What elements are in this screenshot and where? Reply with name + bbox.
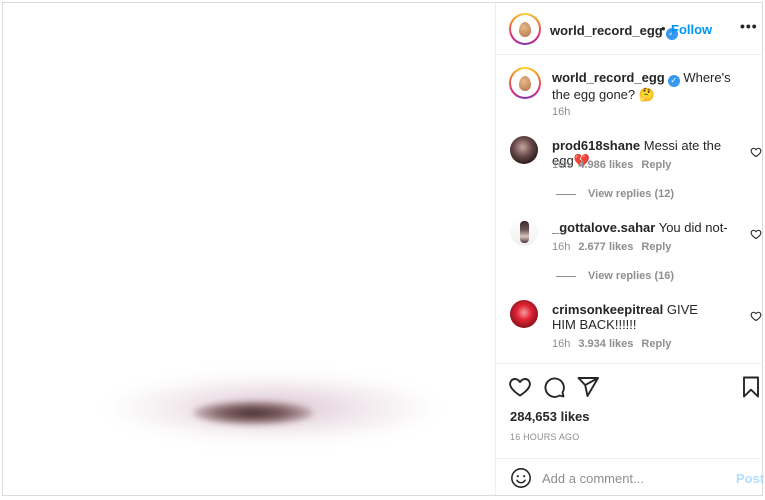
post-actions: 284,653 likes 16 HOURS AGO [496,365,763,465]
post-time-ago: 16 HOURS AGO [510,432,580,442]
follow-button[interactable]: Follow [671,22,712,37]
commenter-avatar[interactable] [510,136,538,164]
comment-body: crimsonkeepitreal GIVE HIM BACK!!!!!! [552,302,712,332]
reply-button[interactable]: Reply [641,338,671,350]
comment-username[interactable]: _gottalove.sahar [552,220,655,235]
egg-avatar-image [513,71,537,95]
comment-username[interactable]: crimsonkeepitreal [552,302,663,317]
emoji-icon[interactable] [510,467,532,489]
header-separator: • [661,21,666,36]
verified-badge-icon: ✓ [667,75,680,87]
post-caption: world_record_egg ✓ Where's the egg gone? … [552,70,752,103]
reply-button[interactable]: Reply [641,159,671,171]
comment-meta: 16h 3.934 likes Reply [552,338,679,350]
comment-likes[interactable]: 4.986 likes [578,159,633,171]
bookmark-icon[interactable] [739,375,763,399]
comments-list[interactable]: world_record_egg ✓ Where's the egg gone? … [496,56,763,364]
view-replies-label: View replies (16) [588,270,675,282]
heart-icon[interactable] [508,375,532,399]
comment-likes[interactable]: 3.934 likes [578,338,633,350]
post-image[interactable] [3,3,495,495]
comment-text: You did not- [658,220,728,235]
comment-like-heart-icon[interactable] [750,228,762,240]
comment-input[interactable] [542,468,722,488]
view-replies-label: View replies (12) [588,188,675,200]
comment-like-heart-icon[interactable] [750,310,762,322]
replies-divider [556,275,576,277]
commenter-avatar[interactable] [510,300,538,328]
reply-button[interactable]: Reply [641,241,671,253]
post-comment-button[interactable]: Post [736,471,764,486]
comment-time: 16h [552,338,571,350]
commenter-avatar[interactable] [510,218,538,246]
post-side-panel: world_record_egg ✓ • Follow ••• world_rec… [495,3,764,496]
add-comment-bar: Post [496,458,764,496]
share-icon[interactable] [576,375,600,399]
post-dialog: world_record_egg ✓ • Follow ••• world_rec… [2,2,764,496]
comment-like-heart-icon[interactable] [750,146,762,158]
comment-time: 16h [552,159,571,171]
egg-avatar-image [513,17,537,41]
caption-author-avatar[interactable] [509,67,541,99]
post-header: world_record_egg ✓ • Follow ••• [496,3,763,55]
comment-username[interactable]: prod618shane [552,138,640,153]
author-name-row: world_record_egg ✓ [550,22,678,40]
author-username[interactable]: world_record_egg [550,23,663,38]
comment-time: 16h [552,241,571,253]
comment-body: _gottalove.sahar You did not- [552,220,742,235]
comment-meta: 16h 2.677 likes Reply [552,241,679,253]
view-replies-button[interactable]: View replies (12) [556,188,674,200]
view-replies-button[interactable]: View replies (16) [556,270,674,282]
replies-divider [556,193,576,195]
caption-username[interactable]: world_record_egg [552,70,665,85]
egg-shadow [193,401,313,425]
more-options-button[interactable]: ••• [740,18,758,34]
comment-meta: 16h 4.986 likes Reply [552,159,679,171]
likes-count[interactable]: 284,653 likes [510,409,590,424]
author-avatar[interactable] [509,13,541,45]
caption-time: 16h [552,106,571,118]
comment-icon[interactable] [542,375,566,399]
comment-likes[interactable]: 2.677 likes [578,241,633,253]
